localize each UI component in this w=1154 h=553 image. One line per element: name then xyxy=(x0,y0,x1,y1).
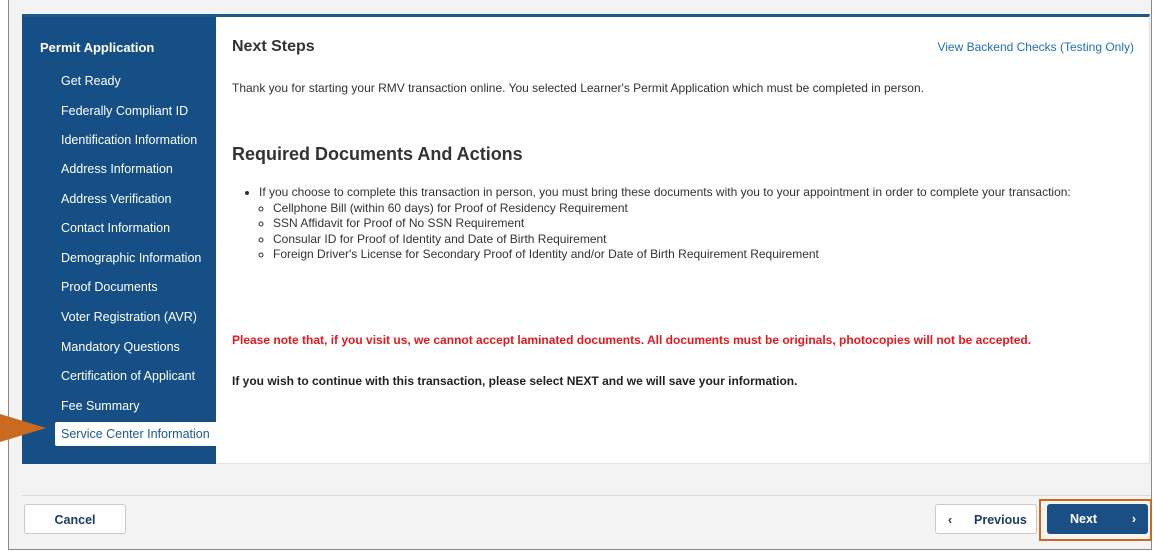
required-documents-list: If you choose to complete this transacti… xyxy=(244,185,1124,263)
sidebar-item-fee-summary[interactable]: Fee Summary xyxy=(61,394,216,418)
sidebar-item-certification-of-applicant[interactable]: Certification of Applicant xyxy=(61,364,216,388)
previous-button-label: Previous xyxy=(974,513,1027,527)
sidebar-item-federally-compliant-id[interactable]: Federally Compliant ID xyxy=(61,99,216,123)
intro-text: Thank you for starting your RMV transact… xyxy=(232,81,924,95)
sidebar-title: Permit Application xyxy=(40,40,155,55)
bullet-intro-text: If you choose to complete this transacti… xyxy=(259,185,1071,199)
list-item: If you choose to complete this transacti… xyxy=(259,185,1124,263)
chevron-right-icon: › xyxy=(1131,512,1136,526)
document-item: Foreign Driver's License for Secondary P… xyxy=(273,247,1124,263)
view-backend-checks-link[interactable]: View Backend Checks (Testing Only) xyxy=(937,40,1134,54)
sidebar-item-identification-information[interactable]: Identification Information xyxy=(61,128,216,152)
sidebar-item-service-center-information[interactable]: Service Center Information xyxy=(55,422,216,446)
sidebar-nav: Permit Application Get Ready Federally C… xyxy=(22,17,216,464)
footer-divider xyxy=(22,495,1150,496)
chevron-left-icon: ‹ xyxy=(948,513,953,527)
next-button[interactable]: Next › xyxy=(1047,504,1148,534)
document-item: Cellphone Bill (within 60 days) for Proo… xyxy=(273,201,1124,217)
pointer-arrow-icon xyxy=(0,414,46,442)
sidebar-item-address-information[interactable]: Address Information xyxy=(61,157,216,181)
laminated-documents-warning: Please note that, if you visit us, we ca… xyxy=(232,333,1032,347)
continue-instruction: If you wish to continue with this transa… xyxy=(232,374,798,388)
sidebar-item-address-verification[interactable]: Address Verification xyxy=(61,187,216,211)
document-item: SSN Affidavit for Proof of No SSN Requir… xyxy=(273,216,1124,232)
sidebar-item-demographic-information[interactable]: Demographic Information xyxy=(61,246,216,270)
required-documents-heading: Required Documents And Actions xyxy=(232,144,523,164)
sidebar-item-get-ready[interactable]: Get Ready xyxy=(61,69,216,93)
sidebar-item-proof-documents[interactable]: Proof Documents xyxy=(61,275,216,299)
previous-button[interactable]: ‹ Previous xyxy=(935,504,1037,534)
cancel-button[interactable]: Cancel xyxy=(24,504,126,534)
sidebar-item-voter-registration[interactable]: Voter Registration (AVR) xyxy=(61,305,216,329)
document-item: Consular ID for Proof of Identity and Da… xyxy=(273,232,1124,248)
next-button-label: Next xyxy=(1070,512,1098,526)
sidebar-item-mandatory-questions[interactable]: Mandatory Questions xyxy=(61,335,216,359)
sidebar-item-contact-information[interactable]: Contact Information xyxy=(61,216,216,240)
page-title: Next Steps xyxy=(232,38,315,55)
